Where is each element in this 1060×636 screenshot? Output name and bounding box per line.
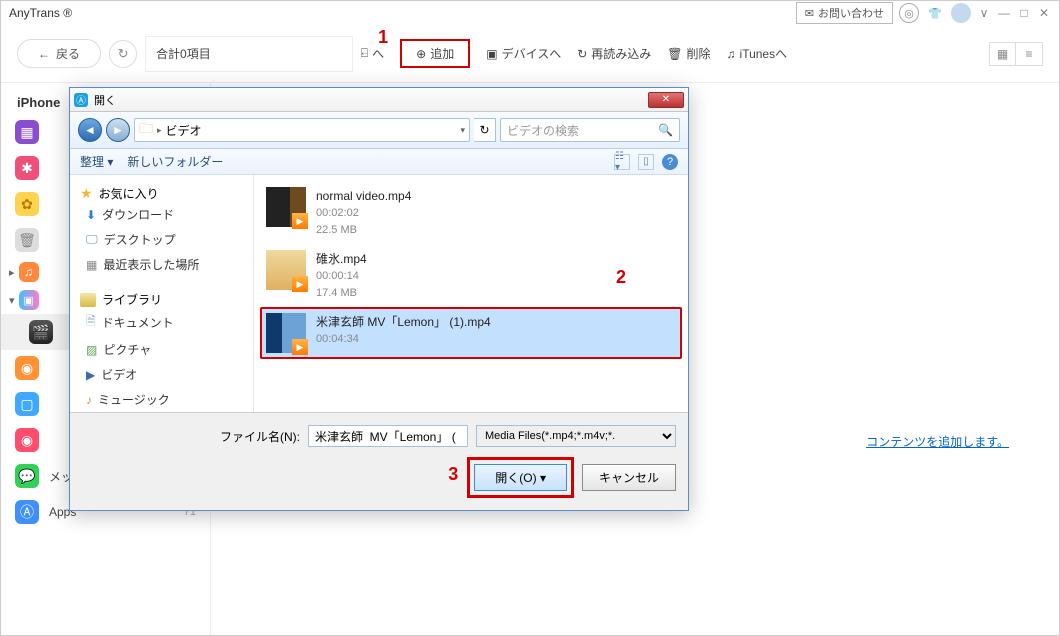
library-icon — [80, 293, 96, 307]
marker-3: 3 — [448, 464, 458, 485]
view-mode-button[interactable]: ☷ ▾ — [614, 154, 630, 170]
refresh-button[interactable]: ↻ — [109, 40, 137, 68]
camera-icon: ◉ — [15, 356, 39, 380]
music-note-icon: ♫ — [727, 47, 736, 61]
search-icon: 🔍 — [658, 123, 673, 137]
list-view-button[interactable]: ≡ — [1016, 43, 1042, 65]
video-icon: ▶ — [86, 368, 95, 382]
tree-pictures[interactable]: ▨ピクチャ — [74, 337, 249, 362]
globe-icon[interactable]: ◎ — [899, 3, 919, 23]
organize-menu[interactable]: 整理 ▾ — [80, 153, 113, 170]
cancel-button[interactable]: キャンセル — [582, 464, 676, 491]
help-icon[interactable]: ? — [662, 154, 678, 170]
chevron-right-icon: ▸ — [157, 125, 162, 136]
photo-icon: ▢ — [15, 392, 39, 416]
apps-icon: Ⓐ — [15, 500, 39, 524]
breadcrumb[interactable]: 🗀 ▸ ビデオ ▾ — [134, 118, 470, 142]
category-icon: ▦ — [15, 120, 39, 144]
add-content-link[interactable]: コンテンツを追加します。 — [866, 435, 1009, 449]
chevron-down-icon[interactable]: ▾ — [9, 294, 15, 307]
folder-icon: 🗀 — [139, 118, 153, 142]
arrow-left-icon: ← — [38, 47, 50, 61]
to-itunes-button[interactable]: ♫iTunesへ — [727, 45, 788, 62]
minimize-icon[interactable]: — — [997, 6, 1011, 20]
music-icon: ♪ — [86, 393, 92, 407]
grid-view-button[interactable]: ▦ — [990, 43, 1016, 65]
marker-1: 1 — [378, 27, 388, 48]
nav-back-button[interactable]: ◄ — [78, 118, 102, 142]
mail-icon: ✉ — [805, 7, 814, 20]
recent-icon: ▦ — [86, 258, 97, 272]
tree-desktop[interactable]: 🖵デスクトップ — [74, 227, 249, 252]
app-logo-icon: Ⓐ — [74, 93, 88, 107]
tree-downloads[interactable]: ⬇ダウンロード — [74, 202, 249, 227]
item-summary: 合計0項目 — [145, 36, 353, 72]
file-item[interactable]: ▶ normal video.mp4 00:02:02 22.5 MB — [260, 181, 682, 244]
dialog-title: 開く — [94, 92, 116, 108]
filename-label: ファイル名(N): — [220, 428, 300, 445]
desktop-icon: 🖵 — [86, 232, 98, 247]
video-thumbnail: ▶ — [266, 187, 306, 227]
plus-icon: ⊕ — [416, 47, 426, 61]
marker-2: 2 — [616, 267, 626, 288]
new-folder-button[interactable]: 新しいフォルダー — [127, 153, 223, 170]
reload-icon: ↻ — [577, 47, 587, 61]
empty-hint: コンテンツを追加します。 — [866, 433, 1009, 450]
tree-videos[interactable]: ▶ビデオ — [74, 362, 249, 387]
search-input[interactable]: ビデオの検索 🔍 — [500, 118, 680, 142]
play-overlay-icon: ▶ — [292, 213, 308, 229]
tree-documents[interactable]: 🗎ドキュメント — [74, 308, 249, 337]
trash-sidebar-icon: 🗑 — [15, 228, 39, 252]
music-icon: ♫ — [19, 262, 39, 282]
star-icon: ★ — [80, 185, 93, 202]
contact-button[interactable]: ✉ お問い合わせ — [796, 2, 893, 24]
filename-input[interactable] — [308, 425, 468, 447]
close-icon[interactable]: ✕ — [1037, 6, 1051, 20]
play-overlay-icon: ▶ — [292, 276, 308, 292]
dialog-close-button[interactable]: ✕ — [648, 92, 684, 108]
folder-tree: ★お気に入り ⬇ダウンロード 🖵デスクトップ ▦最近表示した場所 ライブラリ 🗎… — [70, 175, 254, 412]
to-device-button[interactable]: ▣デバイスへ — [486, 45, 561, 62]
nav-forward-button[interactable]: ► — [106, 118, 130, 142]
device-icon: ▣ — [486, 47, 497, 61]
video-cat-icon: ▣ — [19, 290, 39, 310]
delete-button[interactable]: 🗑削除 — [667, 45, 710, 62]
back-button[interactable]: ← 戻る — [17, 39, 101, 68]
file-item-selected[interactable]: 2 ▶ 米津玄師 MV「Lemon」 (1).mp4 00:04:34 — [260, 307, 682, 359]
heart-icon: ◉ — [15, 428, 39, 452]
play-overlay-icon: ▶ — [292, 339, 308, 355]
refresh-breadcrumb-button[interactable]: ↻ — [474, 118, 496, 142]
picture-icon: ▨ — [86, 343, 97, 357]
flower-icon: ✿ — [15, 192, 39, 216]
document-icon: 🗎 — [86, 312, 96, 333]
message-icon: 💬 — [15, 464, 39, 488]
video-thumbnail: ▶ — [266, 313, 306, 353]
reload-button[interactable]: ↻再読み込み — [577, 45, 651, 62]
file-filter-select[interactable]: Media Files(*.mp4;*.m4v;*. — [476, 425, 676, 447]
tree-recent[interactable]: ▦最近表示した場所 — [74, 252, 249, 277]
video-thumbnail: ▶ — [266, 250, 306, 290]
tree-library[interactable]: ライブラリ — [74, 291, 249, 308]
maximize-icon[interactable]: □ — [1017, 6, 1031, 20]
chevron-right-icon[interactable]: ▸ — [9, 266, 15, 279]
file-open-dialog: Ⓐ 開く ✕ ◄ ► 🗀 ▸ ビデオ ▾ ↻ ビデオの検索 🔍 整理 ▾ 新しい… — [69, 87, 689, 511]
open-button[interactable]: 開く(O) ▾ — [474, 464, 567, 491]
monitor-icon: ⍇ — [361, 46, 368, 61]
share-icon: ✱ — [15, 156, 39, 180]
chevron-down-icon[interactable]: ∨ — [977, 6, 991, 20]
clapper-icon: 🎬 — [29, 320, 53, 344]
shirt-icon[interactable]: 👕 — [925, 3, 945, 23]
download-icon: ⬇ — [86, 208, 96, 222]
trash-icon: 🗑 — [667, 47, 682, 61]
app-title: AnyTrans ® — [9, 6, 72, 20]
preview-pane-button[interactable]: ▯ — [638, 154, 654, 170]
user-avatar[interactable] — [951, 3, 971, 23]
chevron-down-icon[interactable]: ▾ — [460, 125, 465, 136]
add-button[interactable]: 1 ⊕ 追加 — [400, 39, 470, 68]
tree-favorites[interactable]: ★お気に入り — [74, 185, 249, 202]
tree-music[interactable]: ♪ミュージック — [74, 387, 249, 412]
